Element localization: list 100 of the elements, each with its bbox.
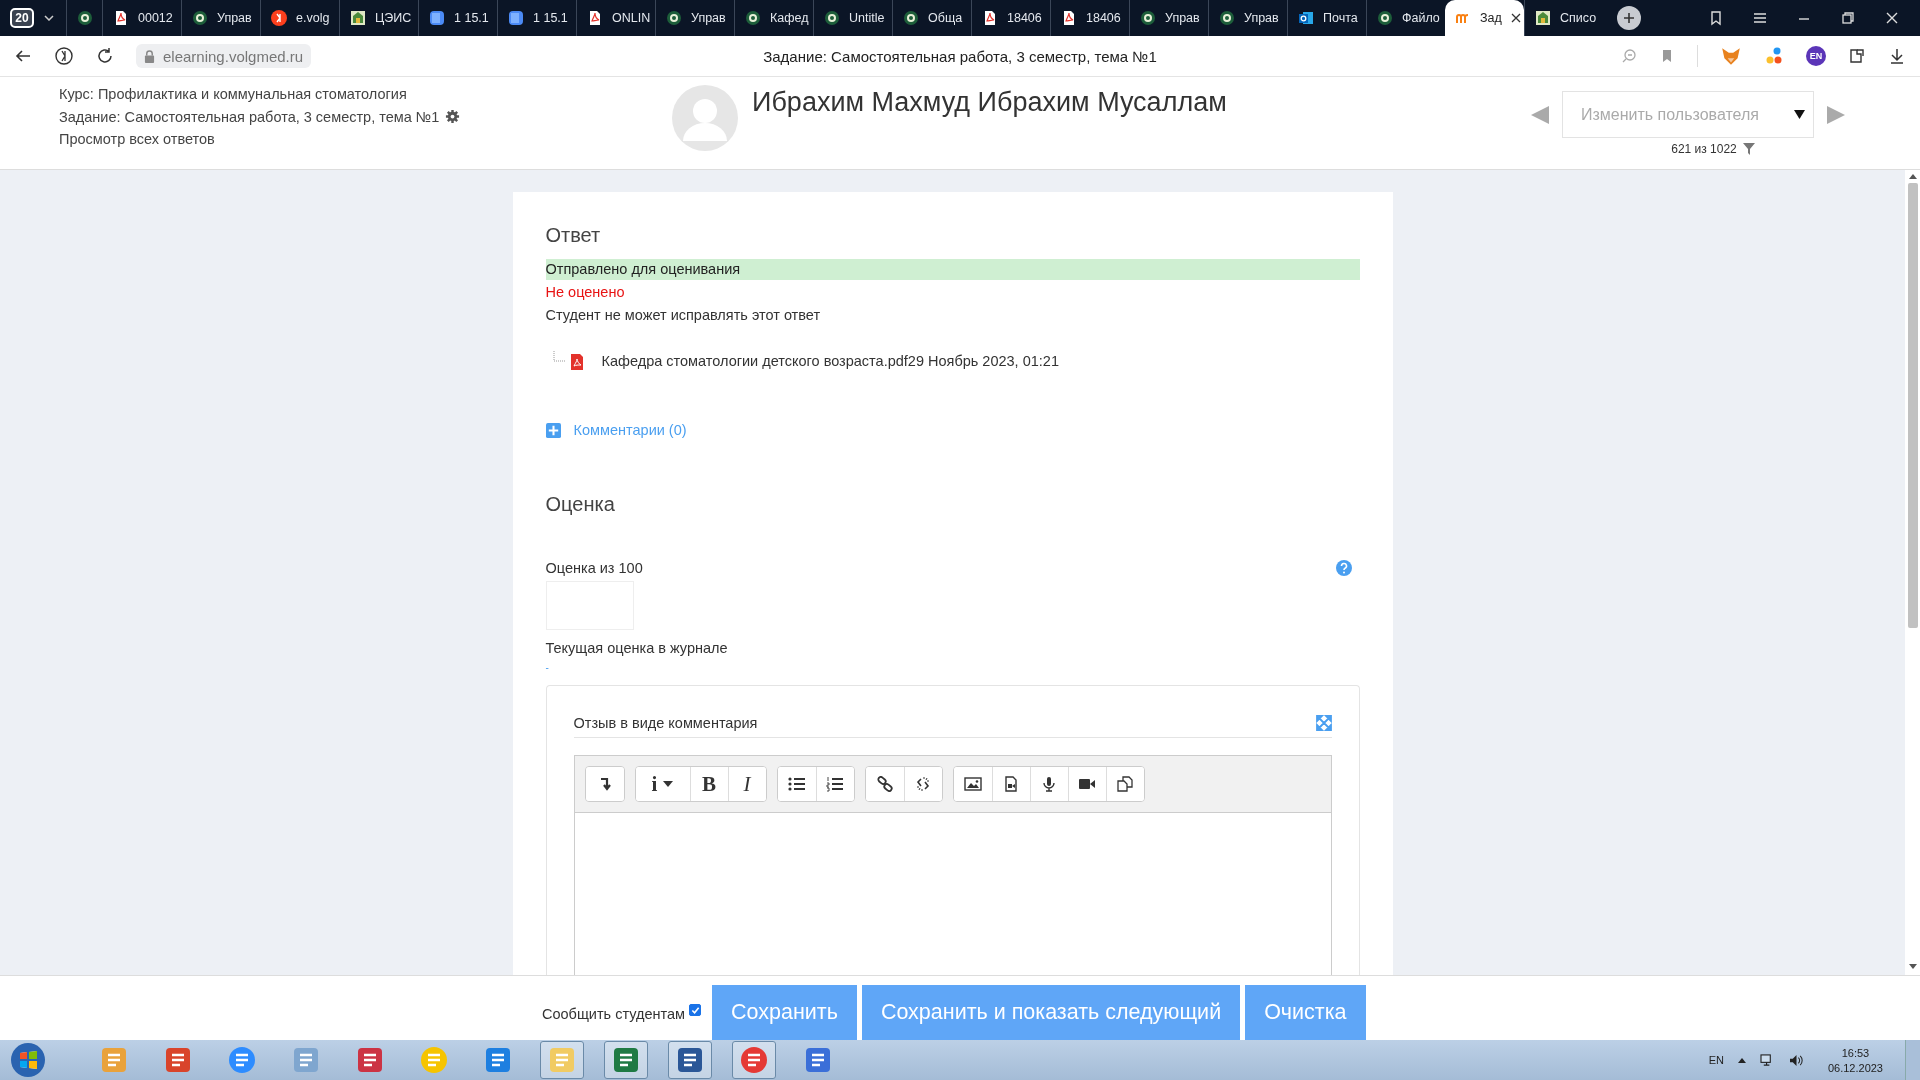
check-icon bbox=[690, 1005, 700, 1015]
browser-tab[interactable]: Зад bbox=[1445, 0, 1524, 36]
dots-icon[interactable] bbox=[1764, 46, 1784, 66]
tab-title: Почта bbox=[1323, 11, 1358, 25]
toolbar-button[interactable] bbox=[815, 767, 854, 801]
grading-status: Не оценено bbox=[545, 283, 626, 302]
expand-icon[interactable] bbox=[1315, 715, 1332, 731]
seal-icon bbox=[745, 10, 761, 26]
page-title: Задание: Самостоятельная работа, 3 семестр, тема №1 bbox=[762, 47, 1158, 65]
file-date: 29 Ноябрь 2023, 01:21 bbox=[907, 353, 1059, 369]
seal-icon bbox=[666, 10, 682, 26]
emblem-icon bbox=[350, 10, 366, 26]
tab-title: Управ bbox=[1244, 11, 1279, 25]
speaker-icon[interactable] bbox=[1788, 1053, 1804, 1067]
file-link[interactable]: Кафедра стоматологии детского возраста.pdf bbox=[601, 353, 908, 369]
edit-status: Студент не может исправлять этот ответ bbox=[545, 306, 822, 325]
tab-title: 1 15.1 bbox=[533, 11, 568, 25]
toolbar-button[interactable] bbox=[585, 767, 624, 801]
pdf-file-icon bbox=[551, 351, 586, 371]
user-counter: 621 из 1022 bbox=[1671, 142, 1737, 156]
seal-icon bbox=[824, 10, 840, 26]
plus-icon[interactable] bbox=[545, 422, 561, 438]
course-link[interactable]: Курс: Профилактика и коммунальная стоматология bbox=[59, 86, 619, 102]
pdf-file-icon bbox=[113, 10, 129, 26]
close-icon[interactable] bbox=[1510, 13, 1521, 23]
taskbar-app-icon[interactable] bbox=[668, 1041, 712, 1079]
extensions-icon[interactable] bbox=[1848, 47, 1866, 65]
bookmarks-icon[interactable] bbox=[1708, 10, 1724, 26]
close-icon[interactable] bbox=[1884, 10, 1900, 26]
link-icon bbox=[876, 776, 893, 792]
tab-count-button[interactable]: 20 bbox=[10, 8, 34, 28]
toolbar-button[interactable]: I bbox=[727, 767, 766, 801]
filter-icon[interactable] bbox=[1742, 143, 1755, 155]
tab-title: Списо bbox=[1560, 11, 1597, 25]
scroll-down-icon[interactable] bbox=[1908, 964, 1917, 969]
image-icon bbox=[963, 776, 982, 792]
caret-down-icon bbox=[663, 781, 674, 787]
seal-icon bbox=[1219, 10, 1235, 26]
profile-avatar[interactable]: EN bbox=[1806, 46, 1826, 66]
student-name: Ибрахим Махмуд Ибрахим Мусаллам bbox=[752, 87, 1227, 118]
seal-icon bbox=[77, 10, 93, 26]
scrollbar[interactable] bbox=[1905, 170, 1920, 975]
grade-label: Оценка из 100 bbox=[545, 560, 643, 576]
clock-date[interactable]: 06.12.2023 bbox=[1827, 1061, 1883, 1074]
numbered-list-icon bbox=[826, 776, 844, 792]
tab-title: 1 15.1 bbox=[454, 11, 489, 25]
restore-icon[interactable] bbox=[1840, 10, 1856, 26]
assignment-link[interactable]: Задание: Самостоятельная работа, 3 семестр, тема №1 bbox=[59, 108, 440, 125]
notify-checkbox[interactable] bbox=[689, 1004, 702, 1016]
mail-app-icon bbox=[1298, 10, 1314, 26]
new-tab-button[interactable] bbox=[1617, 6, 1641, 30]
menu-icon[interactable] bbox=[1752, 10, 1768, 26]
fox-icon[interactable] bbox=[1720, 45, 1742, 67]
windows-logo-icon bbox=[10, 1042, 46, 1078]
section-heading: Оценка bbox=[545, 493, 616, 516]
bullet-list-icon bbox=[787, 776, 806, 792]
seal-icon bbox=[903, 10, 919, 26]
settings-icon[interactable] bbox=[445, 109, 461, 124]
media-file-icon bbox=[1003, 776, 1019, 792]
pdf-file-icon bbox=[1061, 10, 1077, 26]
plus-icon bbox=[1623, 12, 1635, 24]
unlink-icon bbox=[915, 776, 931, 792]
microphone-icon bbox=[1041, 776, 1057, 792]
seal-icon bbox=[1140, 10, 1156, 26]
toolbar-button[interactable] bbox=[1105, 767, 1144, 801]
start-button[interactable] bbox=[8, 1040, 48, 1080]
tab-title: Файло bbox=[1402, 11, 1440, 25]
notify-label: Сообщить студентам bbox=[542, 1006, 686, 1022]
language-indicator[interactable]: EN bbox=[1708, 1054, 1724, 1066]
tab-title: ONLIN bbox=[612, 11, 651, 25]
tab-title: Зад bbox=[1480, 11, 1502, 25]
tab-title: Управ bbox=[217, 11, 252, 25]
tab-title: Обща bbox=[928, 11, 963, 25]
lock-icon bbox=[144, 49, 155, 63]
tab-title: 18406 bbox=[1007, 11, 1042, 25]
view-all-link[interactable]: Просмотр всех ответов bbox=[59, 131, 619, 147]
circle-logo-icon[interactable] bbox=[54, 46, 74, 66]
cube-icon bbox=[429, 10, 445, 26]
submission-status: Отправлено для оценивания bbox=[545, 259, 1360, 280]
download-icon[interactable] bbox=[1888, 47, 1906, 65]
tab-title: ЦЭИС bbox=[375, 11, 412, 25]
caret-up-icon[interactable] bbox=[1737, 1057, 1746, 1063]
section-heading: Ответ bbox=[545, 224, 602, 247]
tab-title: 18406 bbox=[1086, 11, 1121, 25]
scroll-up-icon[interactable] bbox=[1908, 174, 1917, 179]
help-icon[interactable] bbox=[1335, 560, 1352, 576]
tab-title: Untitle bbox=[849, 11, 885, 25]
current-grade-value: - bbox=[545, 663, 550, 673]
chevron-down-icon[interactable] bbox=[44, 15, 54, 21]
clock-time[interactable]: 16:53 bbox=[1841, 1046, 1870, 1059]
pdf-file-icon bbox=[982, 10, 998, 26]
reload-icon[interactable] bbox=[96, 47, 114, 65]
address-field[interactable]: elearning.volgmed.ru bbox=[136, 44, 312, 68]
pdf-file-icon bbox=[587, 10, 603, 26]
tab-title: e.volg bbox=[296, 11, 330, 25]
taskbar-app-icon[interactable] bbox=[604, 1041, 648, 1079]
taskbar-app-icon[interactable] bbox=[732, 1041, 776, 1079]
feedback-label: Отзыв в виде комментария bbox=[573, 715, 758, 731]
seal-icon bbox=[192, 10, 208, 26]
taskbar-app-icon[interactable] bbox=[540, 1041, 584, 1079]
